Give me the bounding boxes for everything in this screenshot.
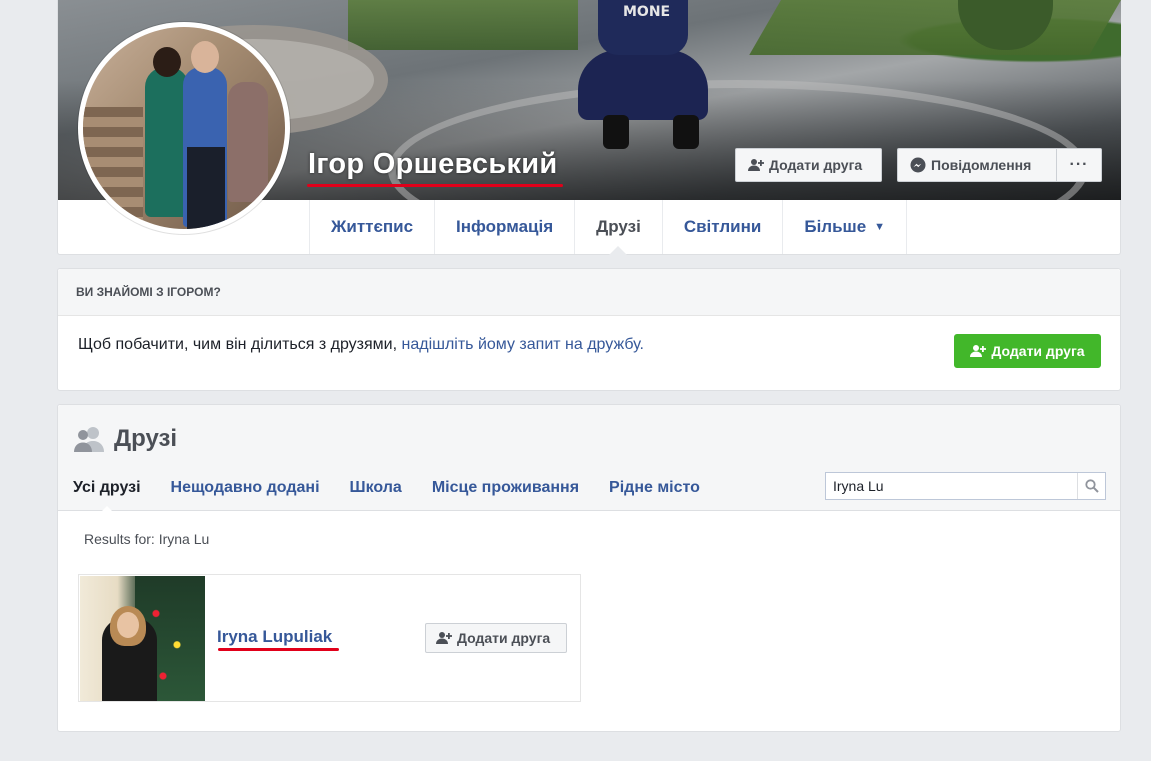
search-icon [1084,479,1099,493]
tab-friends[interactable]: Друзі [575,200,663,254]
add-friend-icon [970,345,987,357]
add-friend-green-button[interactable]: Додати друга [954,334,1101,368]
add-friend-icon [748,159,764,171]
add-friend-label: Додати друга [457,630,551,646]
profile-nav: Життєпис Інформація Друзі Світлини Більш… [309,200,908,254]
tab-label: Інформація [456,217,554,236]
friend-name-link[interactable]: Iryna Lupuliak [217,627,332,647]
friends-search [825,472,1106,500]
tab-label: Більше [804,217,867,236]
tab-about[interactable]: Інформація [435,200,576,254]
tab-label: Школа [349,479,402,496]
tab-label: Друзі [596,217,641,236]
profile-header: MONE Ігор Оршевський Додати друга Повідо… [57,0,1121,255]
tab-current-city[interactable]: Місце проживання [417,477,594,499]
profile-avatar[interactable] [78,22,290,234]
friend-photo[interactable] [80,576,205,701]
know-body: Щоб побачити, чим він ділиться з друзями… [78,336,644,354]
friends-section: Друзі Усі друзі Нещодавно додані Школа М… [57,404,1121,732]
tab-label: Життєпис [331,217,414,236]
tab-more[interactable]: Більше ▼ [783,200,908,254]
add-friend-icon [436,632,452,644]
results-for-label: Results for: Iryna Lu [84,531,210,547]
tab-label: Нещодавно додані [170,479,320,496]
add-friend-button[interactable]: Додати друга [735,148,882,182]
friends-header: Друзі Усі друзі Нещодавно додані Школа М… [58,405,1120,511]
cover-shirt-text: MONE [623,4,671,20]
more-options-button[interactable]: ··· [1056,148,1102,182]
tab-timeline[interactable]: Життєпис [310,200,436,254]
caret-down-icon: ▼ [874,221,886,233]
tab-school[interactable]: Школа [335,477,417,499]
friends-tabs: Усі друзі Нещодавно додані Школа Місце п… [58,477,715,499]
add-friend-label: Додати друга [769,157,863,173]
search-button[interactable] [1077,473,1105,499]
friend-result-item: Iryna Lupuliak Додати друга [78,574,581,702]
tab-label: Місце проживання [431,479,580,496]
friend-name-highlight-underline [218,648,339,651]
tab-hometown[interactable]: Рідне місто [594,477,715,499]
friends-search-input[interactable] [826,473,1077,499]
tab-label: Світлини [683,217,762,236]
friends-title: Друзі [74,425,177,453]
messenger-icon [910,157,926,173]
tab-all-friends[interactable]: Усі друзі [58,477,156,499]
tab-recently-added[interactable]: Нещодавно додані [156,477,335,499]
know-person-card: ВИ ЗНАЙОМІ З ІГОРОМ? Щоб побачити, чим в… [57,268,1121,391]
message-button[interactable]: Повідомлення [897,148,1057,182]
tab-label: Усі друзі [73,479,141,496]
know-header: ВИ ЗНАЙОМІ З ІГОРОМ? [58,269,1120,316]
tab-label: Рідне місто [609,479,700,496]
name-highlight-underline [307,184,563,187]
add-friend-label: Додати друга [991,343,1085,359]
send-request-link[interactable]: надішліть йому запит на дружбу. [402,336,644,353]
more-dots-icon: ··· [1069,156,1089,173]
message-label: Повідомлення [931,157,1032,173]
know-text: Щоб побачити, чим він ділиться з друзями… [78,336,402,353]
friends-icon [74,427,104,452]
friend-add-button[interactable]: Додати друга [425,623,567,653]
profile-name[interactable]: Ігор Оршевський [308,148,558,181]
tab-photos[interactable]: Світлини [663,200,784,254]
friends-title-text: Друзі [114,425,178,452]
